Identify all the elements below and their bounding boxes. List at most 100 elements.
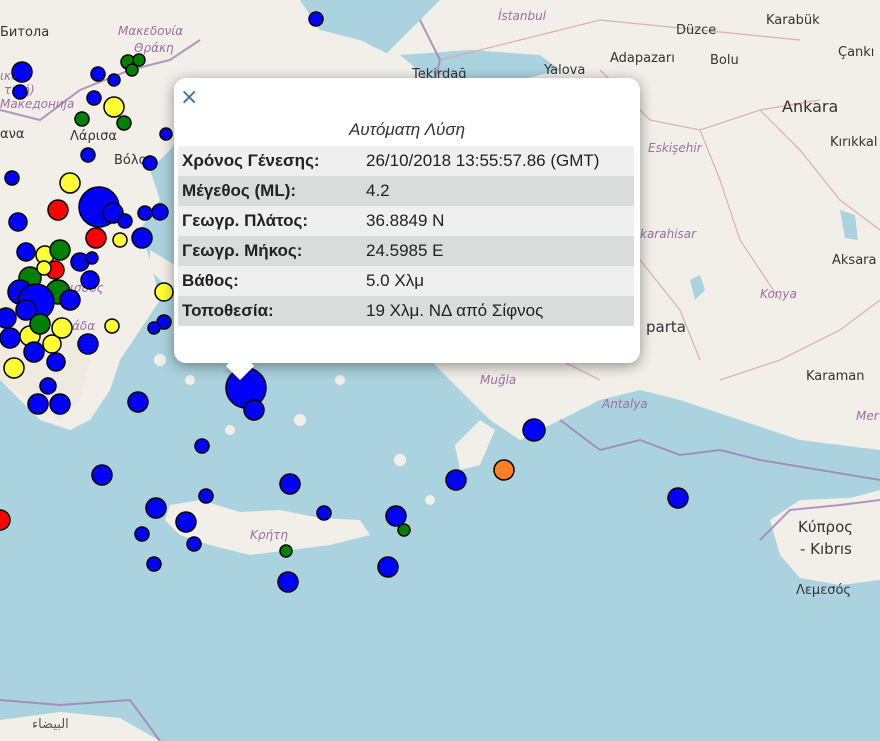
earthquake-marker[interactable] xyxy=(277,571,299,593)
earthquake-marker[interactable] xyxy=(667,487,689,509)
earthquake-marker[interactable] xyxy=(39,377,57,395)
earthquake-info-popup: × Αυτόματη Λύση Χρόνος Γένεσης: 26/10/20… xyxy=(174,78,640,363)
map-label: - Kıbrıs xyxy=(800,540,852,558)
earthquake-marker[interactable] xyxy=(86,90,102,106)
earthquake-marker[interactable] xyxy=(147,321,161,335)
map-label: Μακεδονία xyxy=(118,24,183,38)
earthquake-marker[interactable] xyxy=(186,536,202,552)
earthquake-marker[interactable] xyxy=(12,84,28,100)
earthquake-marker[interactable] xyxy=(131,227,153,249)
map-label: Çankı xyxy=(838,45,874,60)
earthquake-marker[interactable] xyxy=(154,282,174,302)
map-label: Θράκη xyxy=(134,41,174,55)
earthquake-marker[interactable] xyxy=(11,61,33,83)
map-label: Македонија xyxy=(0,97,74,111)
earthquake-marker[interactable] xyxy=(198,488,214,504)
earthquake-marker[interactable] xyxy=(194,438,210,454)
map-label: Bolu xyxy=(710,53,739,68)
earthquake-marker[interactable] xyxy=(134,526,150,542)
detail-key: Βάθος: xyxy=(182,271,239,290)
earthquake-marker[interactable] xyxy=(46,352,66,372)
detail-value: 24.5985 E xyxy=(366,241,444,260)
earthquake-marker[interactable] xyxy=(91,464,113,486)
earthquake-marker[interactable] xyxy=(80,270,100,290)
earthquake-marker[interactable] xyxy=(36,260,52,276)
earthquake-marker[interactable] xyxy=(74,111,90,127)
earthquake-marker[interactable] xyxy=(0,307,17,329)
detail-value: 4.2 xyxy=(366,181,390,200)
earthquake-marker[interactable] xyxy=(16,242,36,262)
earthquake-marker[interactable] xyxy=(49,239,71,261)
earthquake-marker[interactable] xyxy=(104,318,120,334)
map-label: Битола xyxy=(0,25,49,40)
table-row: Βάθος: 5.0 Χλμ xyxy=(178,266,634,296)
table-row: Τοποθεσία: 19 Χλμ. ΝΔ από Σίφνος xyxy=(178,296,634,326)
earthquake-marker[interactable] xyxy=(49,393,71,415)
earthquake-marker[interactable] xyxy=(85,251,99,265)
map-label: Konya xyxy=(760,287,797,301)
earthquake-marker[interactable] xyxy=(142,155,158,171)
earthquake-marker[interactable] xyxy=(159,127,173,141)
earthquake-marker[interactable] xyxy=(27,393,49,415)
map-label: άδα xyxy=(72,319,95,333)
map-label: karahisar xyxy=(640,227,697,241)
earthquake-marker[interactable] xyxy=(116,115,132,131)
table-row: Γεωγρ. Μήκος: 24.5985 E xyxy=(178,236,634,266)
earthquake-marker[interactable] xyxy=(522,418,546,442)
earthquake-marker[interactable] xyxy=(127,391,149,413)
earthquake-marker[interactable] xyxy=(0,509,11,531)
earthquake-marker[interactable] xyxy=(151,203,169,221)
earthquake-marker[interactable] xyxy=(308,11,324,27)
earthquake-marker[interactable] xyxy=(397,523,411,537)
map-label: البيضاء xyxy=(32,717,69,732)
earthquake-marker[interactable] xyxy=(146,556,162,572)
earthquake-marker[interactable] xyxy=(107,73,121,87)
earthquake-marker[interactable] xyxy=(175,511,197,533)
table-row: Χρόνος Γένεσης: 26/10/2018 13:55:57.86 (… xyxy=(178,146,634,176)
earthquake-marker[interactable] xyxy=(279,544,293,558)
earthquake-marker[interactable] xyxy=(29,313,51,335)
detail-value: 26/10/2018 13:55:57.86 (GMT) xyxy=(366,151,600,170)
table-row: Γεωγρ. Πλάτος: 36.8849 N xyxy=(178,206,634,236)
earthquake-marker[interactable] xyxy=(493,459,515,481)
earthquake-marker[interactable] xyxy=(59,289,81,311)
map-label: Yalova xyxy=(543,63,585,78)
earthquake-marker[interactable] xyxy=(145,497,167,519)
earthquake-marker[interactable] xyxy=(117,213,133,229)
map-label: İstanbul xyxy=(498,8,547,23)
earthquake-marker[interactable] xyxy=(103,96,125,118)
map-label: Λεμεσός xyxy=(796,583,851,598)
earthquake-marker[interactable] xyxy=(51,317,73,339)
earthquake-marker[interactable] xyxy=(8,212,28,232)
map-label: Aksara xyxy=(832,253,876,268)
popup-title: Αυτόματη Λύση xyxy=(348,120,466,139)
map-label: Ankara xyxy=(782,97,838,116)
map-label: Κρήτη xyxy=(250,528,288,542)
earthquake-marker[interactable] xyxy=(47,199,69,221)
map-label: Adapazarı xyxy=(610,51,675,66)
earthquake-marker[interactable] xyxy=(85,227,107,249)
map-label: Κύπρος xyxy=(798,518,853,536)
map-label: Eskişehir xyxy=(648,141,703,155)
earthquake-marker[interactable] xyxy=(80,147,96,163)
earthquake-marker[interactable] xyxy=(279,473,301,495)
earthquake-marker[interactable] xyxy=(445,469,467,491)
earthquake-marker[interactable] xyxy=(137,205,153,221)
earthquake-marker[interactable] xyxy=(385,505,407,527)
earthquake-marker[interactable] xyxy=(377,556,399,578)
earthquake-marker[interactable] xyxy=(0,327,21,349)
earthquake-marker[interactable] xyxy=(316,505,332,521)
earthquake-marker[interactable] xyxy=(112,232,128,248)
detail-key: Μέγεθος (ML): xyxy=(182,181,297,200)
earthquake-marker[interactable] xyxy=(59,172,81,194)
earthquake-marker[interactable] xyxy=(125,63,139,77)
earthquake-marker[interactable] xyxy=(23,341,45,363)
earthquake-marker[interactable] xyxy=(3,357,25,379)
detail-value: 36.8849 N xyxy=(366,211,445,230)
earthquake-marker[interactable] xyxy=(90,66,106,82)
earthquake-marker[interactable] xyxy=(243,399,265,421)
detail-value: 5.0 Χλμ xyxy=(366,271,424,290)
close-popup-button[interactable]: × xyxy=(180,86,198,110)
earthquake-marker[interactable] xyxy=(4,170,20,186)
earthquake-marker[interactable] xyxy=(77,333,99,355)
